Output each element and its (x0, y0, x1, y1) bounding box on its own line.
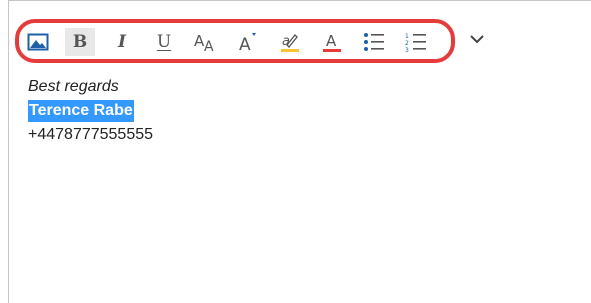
insert-image-button[interactable] (23, 28, 53, 56)
svg-text:3: 3 (405, 47, 409, 52)
font-size-icon: A A (194, 32, 214, 53)
svg-text:A: A (326, 32, 337, 50)
signature-name: Terence Rabe (28, 100, 134, 122)
font-size-button[interactable]: A A (191, 28, 221, 56)
signature-phone: +4478777555555 (28, 126, 154, 143)
bullets-button[interactable] (359, 28, 389, 56)
svg-text:A: A (239, 35, 251, 53)
svg-text:A: A (204, 39, 214, 53)
italic-button[interactable]: I (107, 28, 137, 56)
highlight-button[interactable]: a (275, 28, 305, 56)
message-editor[interactable]: B I U A A A a A 1 2 3 Best regards Teren… (8, 0, 591, 303)
bold-button[interactable]: B (65, 28, 95, 56)
font-color-button[interactable]: A (317, 28, 347, 56)
highlighter-icon: a (281, 34, 299, 52)
underline-icon: U (156, 32, 172, 52)
grow-font-icon: A (239, 33, 256, 53)
bulleted-list-icon (364, 33, 384, 51)
svg-text:2: 2 (405, 40, 409, 47)
numbering-button[interactable]: 1 2 3 (401, 28, 431, 56)
bold-icon: B (72, 32, 88, 52)
grow-font-button[interactable]: A (233, 28, 263, 56)
closing-line: Best regards (28, 78, 119, 95)
image-icon (27, 33, 49, 51)
underline-button[interactable]: U (149, 28, 179, 56)
chevron-down-icon (470, 35, 484, 44)
numbered-list-icon: 1 2 3 (405, 33, 426, 52)
svg-text:1: 1 (405, 33, 409, 40)
italic-icon: I (118, 32, 126, 52)
font-color-icon: A (323, 32, 341, 52)
message-body[interactable]: Best regards Terence Rabe +4478777555555 (28, 75, 153, 147)
formatting-toolbar: B I U A A A a A 1 2 3 (23, 26, 443, 58)
more-formatting-button[interactable] (467, 29, 487, 49)
